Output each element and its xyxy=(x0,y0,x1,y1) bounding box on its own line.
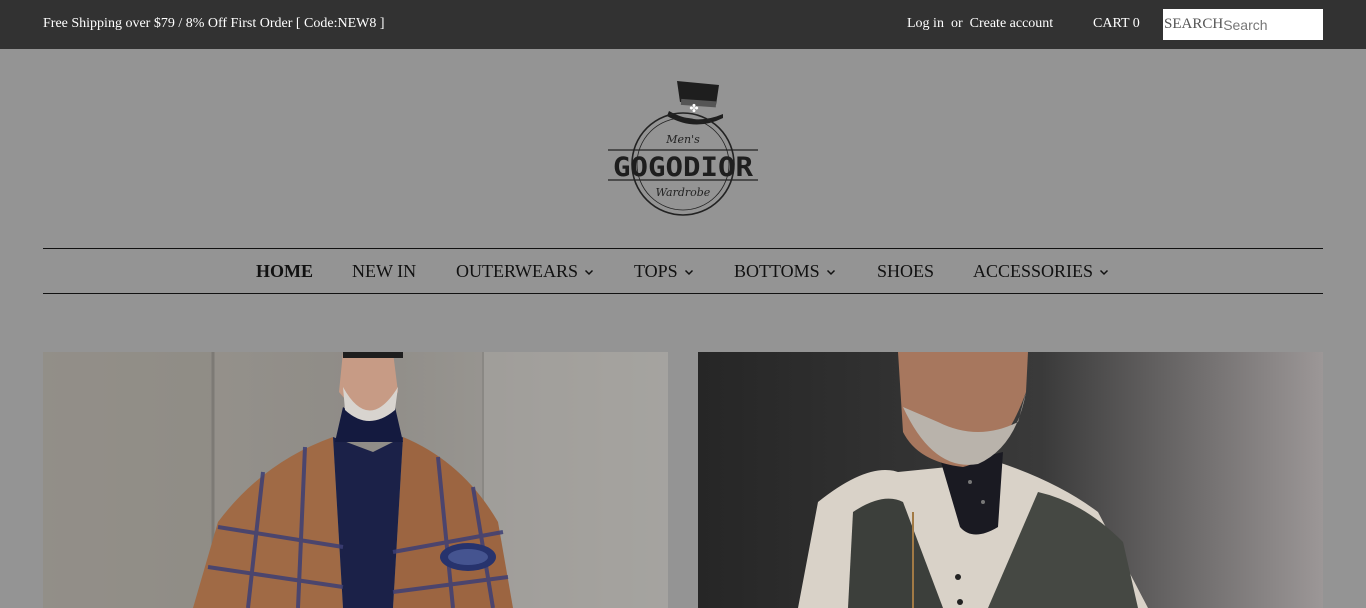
logo-top-text: Men's xyxy=(665,133,700,146)
hero-photo-left xyxy=(43,352,668,608)
nav-item-tops[interactable]: TOPS xyxy=(634,261,694,282)
search-label: SEARCH xyxy=(1164,16,1224,32)
top-bar: Free Shipping over $79 / 8% Off First Or… xyxy=(0,0,1366,49)
nav-item-bottoms[interactable]: BOTTOMS xyxy=(734,261,836,282)
login-link[interactable]: Log in xyxy=(907,16,944,31)
logo-graphic: ✤ Men's GOGODIOR Wardrobe xyxy=(608,81,758,216)
nav-item-new-in[interactable]: NEW IN xyxy=(352,261,416,282)
chevron-down-icon xyxy=(826,269,835,275)
chevron-down-icon xyxy=(684,269,693,275)
brand-logo[interactable]: ✤ Men's GOGODIOR Wardrobe xyxy=(607,78,759,220)
cart-link[interactable]: CART 0 xyxy=(1093,16,1140,32)
promo-text: Free Shipping over $79 / 8% Off First Or… xyxy=(43,16,385,31)
account-links: Log in or Create account xyxy=(907,16,1053,32)
search-input[interactable] xyxy=(1223,16,1314,33)
hero-image-plaid-blazer[interactable] xyxy=(43,352,668,608)
nav-item-label: NEW IN xyxy=(352,261,417,281)
nav-item-label: BOTTOMS xyxy=(734,261,820,281)
search-box[interactable]: SEARCH xyxy=(1163,9,1323,40)
nav-item-label: ACCESSORIES xyxy=(973,261,1094,281)
chevron-down-icon xyxy=(1100,269,1109,275)
chevron-down-icon xyxy=(584,269,594,275)
nav-item-label: OUTERWEARS xyxy=(456,261,579,281)
main-navigation: HOME NEW IN OUTERWEARS TOPS BOTTOMS SHOE… xyxy=(43,248,1323,294)
nav-item-home[interactable]: HOME xyxy=(256,261,313,282)
or-text: or xyxy=(950,16,963,31)
hero-photo-right xyxy=(698,352,1323,608)
nav-item-shoes[interactable]: SHOES xyxy=(877,261,934,282)
logo-bottom-text: Wardrobe xyxy=(656,186,711,199)
hero-image-vest[interactable] xyxy=(698,352,1323,608)
top-hat-icon: ✤ xyxy=(667,81,723,125)
nav-item-accessories[interactable]: ACCESSORIES xyxy=(973,261,1109,282)
nav-item-label: TOPS xyxy=(634,261,678,281)
nav-item-outerwears[interactable]: OUTERWEARS xyxy=(456,261,594,282)
nav-item-label: HOME xyxy=(256,261,313,281)
nav-item-label: SHOES xyxy=(877,261,935,281)
create-account-link[interactable]: Create account xyxy=(970,16,1054,31)
logo-brand-text: GOGODIOR xyxy=(613,152,754,183)
